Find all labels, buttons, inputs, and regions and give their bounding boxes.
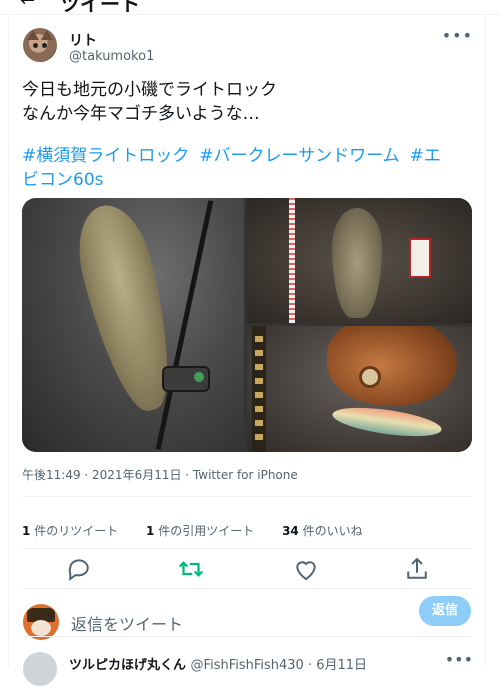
hashtag-link[interactable]: #エ (410, 146, 441, 166)
hashtag-link[interactable]: #バークレーサンドワーム (199, 146, 399, 166)
retweet-icon[interactable] (176, 554, 206, 584)
like-count-link[interactable]: 34 件のいいね (282, 524, 363, 538)
photo-fish-lure[interactable] (247, 326, 472, 452)
top-bar: ← ツイート (0, 0, 500, 16)
my-avatar (23, 604, 59, 640)
avatar[interactable] (23, 652, 57, 686)
photo-fish-ruler[interactable] (247, 198, 472, 323)
quote-count-link[interactable]: 1 件の引用ツイート (146, 524, 254, 538)
more-options-icon[interactable]: ••• (442, 26, 473, 45)
reply-button[interactable]: 返信 (419, 596, 471, 626)
like-icon[interactable] (291, 554, 321, 584)
arrow-left-icon[interactable]: ← (20, 0, 35, 11)
hashtags: #横須賀ライトロック #バークレーサンドワーム #エ ビコン60s (22, 144, 477, 192)
more-options-icon[interactable]: ••• (445, 650, 473, 669)
photo-fish-with-rod[interactable] (22, 198, 244, 452)
hashtag-link-continued[interactable]: ビコン60s (22, 170, 104, 190)
reply-icon[interactable] (64, 554, 94, 584)
tweet-meta: 午後11:49 · 2021年6月11日 · Twitter for iPhon… (22, 468, 298, 482)
share-icon[interactable] (402, 554, 432, 584)
action-bar (9, 554, 485, 584)
retweet-count-link[interactable]: 1 件のリツイート (22, 524, 118, 538)
tweet-text: 今日も地元の小磯でライトロック なんか今年マゴチ多いような… (22, 80, 277, 124)
user-handle[interactable]: @takumoko1 (69, 49, 154, 64)
reply-author[interactable]: ツルピカほげ丸くん @FishFishFish430 · 6月11日 (69, 654, 367, 673)
divider (22, 588, 472, 589)
tweet-stats: 1 件のリツイート 1 件の引用ツイート 34 件のいいね (22, 522, 387, 539)
avatar[interactable] (23, 28, 57, 62)
tweet-detail: リト @takumoko1 ••• 今日も地元の小磯でライトロック なんか今年マ… (8, 14, 486, 686)
divider (22, 548, 472, 549)
photo-grid (22, 198, 472, 452)
hashtag-link[interactable]: #横須賀ライトロック (22, 146, 189, 166)
divider (22, 496, 472, 497)
user-name[interactable]: リト (69, 30, 97, 50)
divider (22, 636, 472, 637)
reply-input[interactable]: 返信をツイート (71, 611, 183, 635)
